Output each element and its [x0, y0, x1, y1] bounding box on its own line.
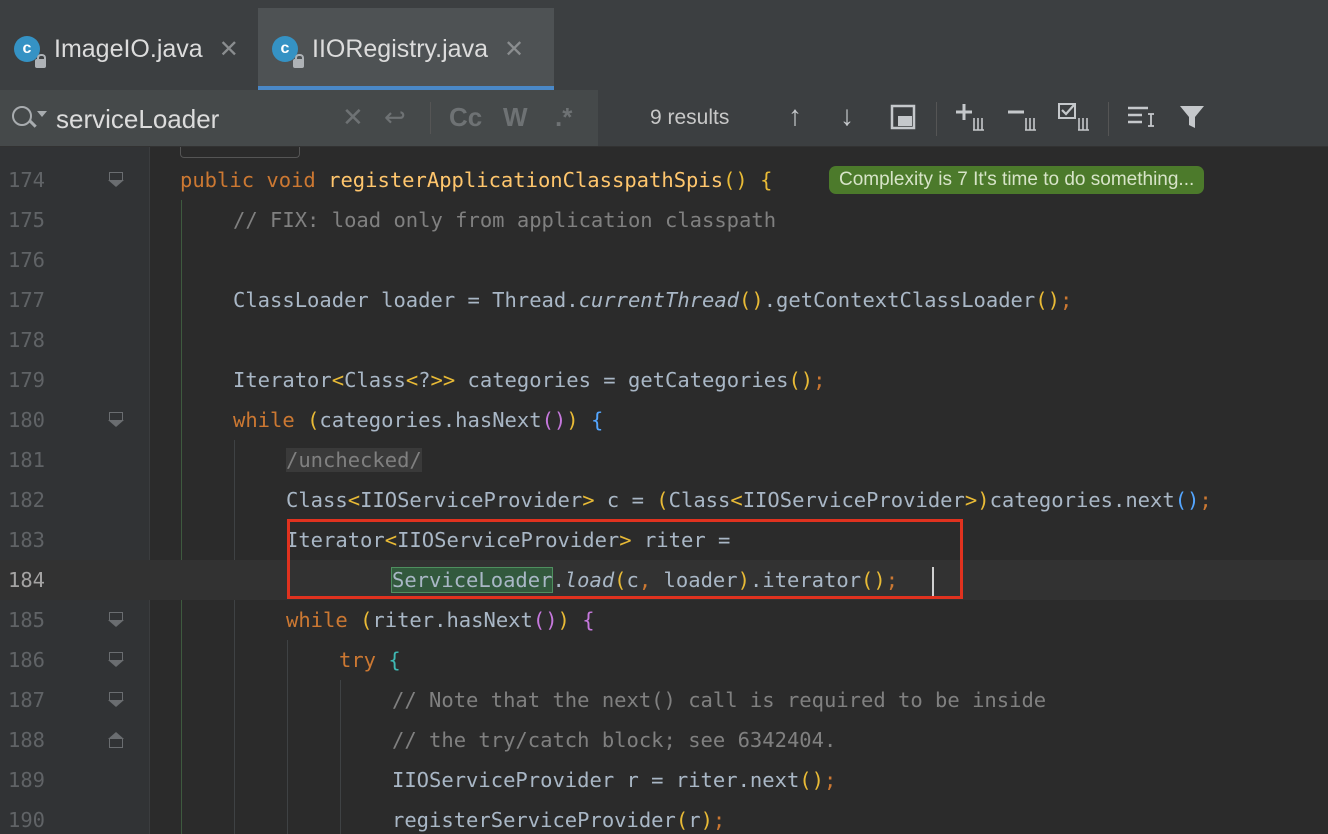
code-editor[interactable]: 174 public void registerApplicationClass…: [0, 147, 1328, 834]
select-all-occurrences-icon[interactable]: [890, 104, 916, 137]
code-line-188: 188 // the try/catch block; see 6342404.: [8, 728, 837, 752]
next-occurrence-icon[interactable]: ↓: [840, 100, 854, 132]
code-line-177: 177 ClassLoader loader = Thread.currentT…: [8, 288, 1073, 312]
results-count: 9 results: [650, 106, 730, 129]
java-class-icon: c: [272, 36, 304, 68]
new-line-icon[interactable]: ↩: [384, 102, 406, 133]
code-line-175: 175 // FIX: load only from application c…: [8, 208, 777, 232]
clear-search-icon[interactable]: ✕: [342, 102, 364, 133]
tab-iioregistry[interactable]: c IIORegistry.java ✕: [258, 8, 554, 90]
code-line-180: 180 while (categories.hasNext()) {: [8, 408, 604, 432]
filter-icon[interactable]: [1178, 104, 1206, 137]
close-icon[interactable]: ✕: [504, 35, 524, 64]
code-line-189: 189 IIOServiceProvider r = riter.next();: [8, 768, 837, 792]
whole-words-toggle[interactable]: W: [503, 102, 528, 133]
complexity-badge[interactable]: Complexity is 7 It's time to do somethin…: [829, 166, 1205, 194]
fold-icon[interactable]: [108, 172, 124, 187]
code-line-190: 190 registerServiceProvider(r);: [8, 808, 726, 832]
add-occurrence-icon[interactable]: [954, 102, 988, 139]
search-field[interactable]: serviceLoader ✕ ↩ Cc W .*: [0, 90, 598, 146]
tab-label: ImageIO.java: [54, 34, 203, 63]
highlight-box: [287, 519, 963, 599]
match-case-toggle[interactable]: Cc: [449, 102, 482, 133]
fold-icon[interactable]: [108, 692, 124, 707]
code-line-185: 185 while (riter.hasNext()) {: [8, 608, 595, 632]
code-line-176: 176: [8, 248, 46, 272]
previous-occurrence-icon[interactable]: ↑: [788, 100, 802, 132]
search-input[interactable]: serviceLoader: [56, 104, 219, 135]
search-history-icon[interactable]: [12, 104, 47, 132]
find-bar: serviceLoader ✕ ↩ Cc W .* 9 results ↑ ↓: [0, 90, 1328, 147]
close-icon[interactable]: ✕: [219, 35, 239, 64]
fold-end-icon[interactable]: [108, 732, 124, 748]
regex-toggle[interactable]: .*: [555, 102, 572, 133]
code-line-178: 178: [8, 328, 46, 352]
code-line-179: 179 Iterator<Class<?>> categories = getC…: [8, 368, 826, 392]
code-line-186: 186 try {: [8, 648, 401, 672]
fold-icon[interactable]: [108, 412, 124, 427]
editor-tab-bar: c ImageIO.java ✕ c IIORegistry.java ✕: [0, 0, 1328, 90]
filter-search-results-icon[interactable]: [1126, 104, 1156, 137]
code-line-187: 187 // Note that the next() call is requ…: [8, 688, 1047, 712]
select-all-checkbox-icon[interactable]: [1057, 102, 1093, 139]
code-line-181: 181 /unchecked/: [8, 448, 422, 472]
java-class-icon: c: [14, 36, 46, 68]
tab-label: IIORegistry.java: [312, 34, 488, 63]
code-line-182: 182 Class<IIOServiceProvider> c = (Class…: [8, 488, 1212, 512]
fold-icon[interactable]: [108, 652, 124, 667]
fold-icon[interactable]: [108, 612, 124, 627]
remove-occurrence-icon[interactable]: [1006, 102, 1040, 139]
tab-imageio[interactable]: c ImageIO.java ✕: [0, 8, 256, 90]
